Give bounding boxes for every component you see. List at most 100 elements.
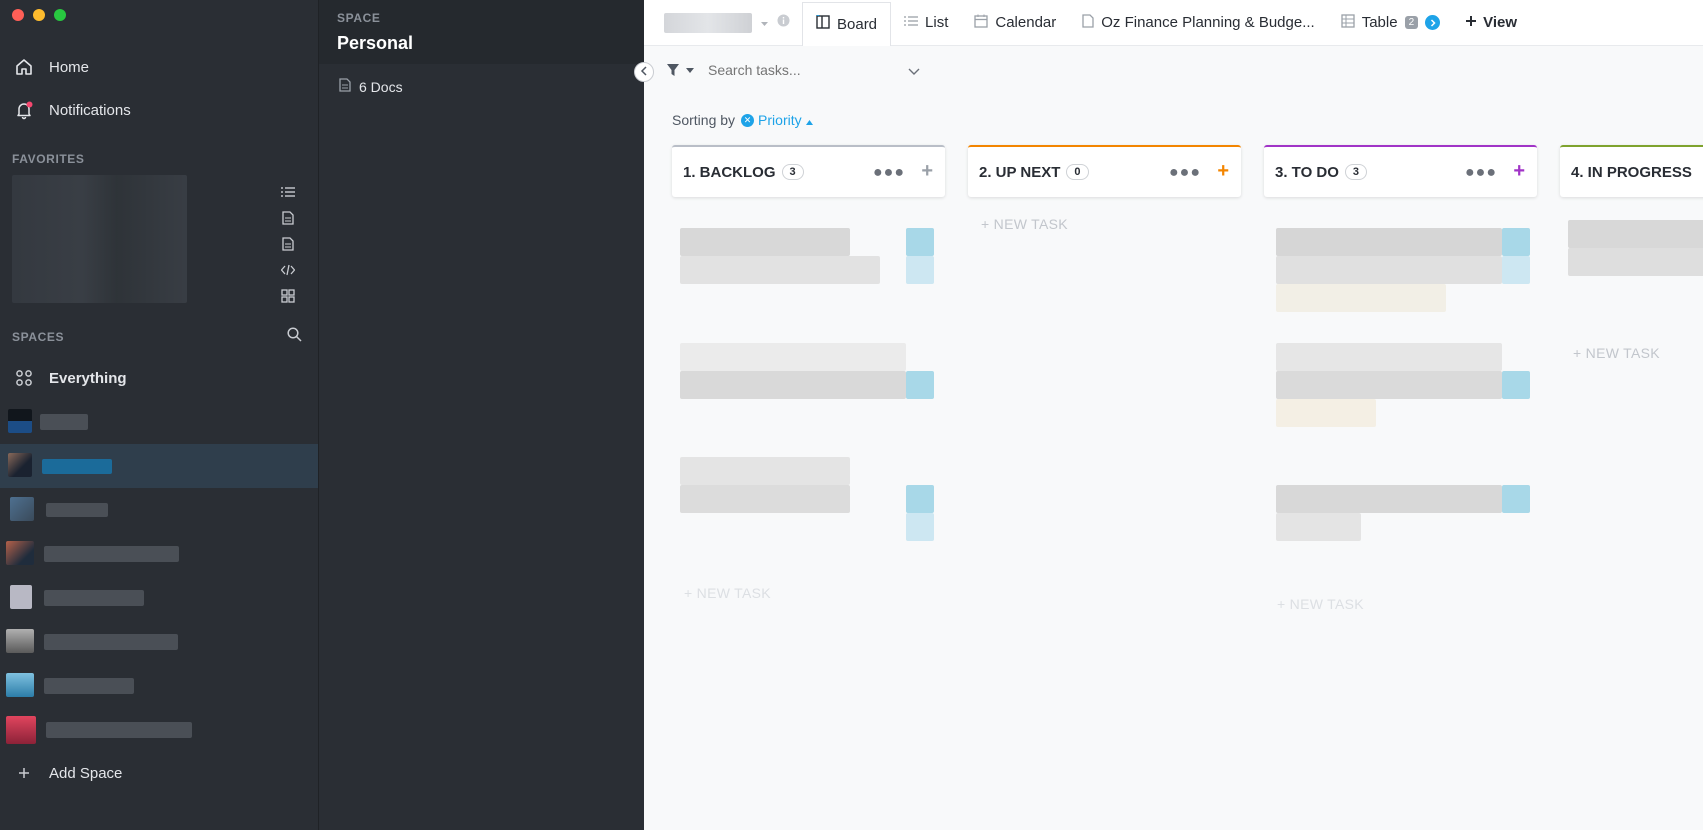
caret-up-icon (805, 112, 813, 128)
favorites-heading: FAVORITES (12, 152, 85, 166)
space-label: SPACE (337, 11, 381, 25)
close-window-button[interactable] (12, 9, 24, 21)
add-task-icon[interactable]: + (1513, 160, 1525, 183)
board-icon (816, 12, 830, 33)
table-icon (1341, 13, 1355, 32)
docs-label: 6 Docs (359, 78, 403, 95)
space-panel-header: SPACE Personal (319, 0, 644, 64)
space-item[interactable] (0, 664, 318, 708)
space-item[interactable] (0, 708, 318, 752)
chevron-left-icon (640, 63, 648, 81)
sorting-label: Sorting by (672, 112, 736, 128)
list-icon (904, 14, 919, 31)
tab-list[interactable]: List (891, 0, 961, 46)
add-space-button[interactable]: Add Space (0, 754, 318, 792)
filter-bar (666, 62, 920, 78)
space-title[interactable]: Personal (337, 33, 626, 54)
docs-item[interactable]: 6 Docs (319, 64, 644, 109)
view-tabs-bar: Board List Calendar Oz Finance Planning … (644, 0, 1703, 46)
task-cards-blurred[interactable] (1568, 200, 1703, 320)
new-task-button[interactable]: + NEW TASK (684, 585, 771, 601)
new-task-button[interactable]: + NEW TASK (1573, 345, 1660, 361)
board-column-up-next: 2. UP NEXT 0 ●●● + (968, 145, 1241, 197)
more-options-icon[interactable]: ●●● (1169, 164, 1201, 182)
sidebar-item-label: Home (49, 58, 90, 76)
board-column-to-do: 3. TO DO 3 ●●● + (1264, 145, 1537, 197)
more-options-icon[interactable]: ●●● (873, 164, 905, 182)
tab-table[interactable]: Table 2 (1328, 0, 1453, 46)
collapse-panel-button[interactable] (634, 62, 654, 82)
board-column-backlog: 1. BACKLOG 3 ●●● + (672, 145, 945, 197)
chevron-right-icon[interactable] (1425, 15, 1441, 30)
tab-label: List (925, 14, 949, 31)
column-count: 3 (1344, 164, 1368, 180)
space-item[interactable] (0, 532, 318, 576)
column-count: 0 (1066, 164, 1089, 180)
bell-icon (12, 98, 36, 122)
tab-doc[interactable]: Oz Finance Planning & Budge... (1069, 0, 1327, 46)
code-icon (280, 262, 296, 278)
filter-icon[interactable] (666, 63, 694, 77)
tab-label: Table (1361, 14, 1398, 31)
space-item[interactable] (0, 400, 318, 444)
tab-label: Calendar (995, 14, 1057, 31)
doc-icon (1082, 13, 1094, 32)
add-view-button[interactable]: View (1453, 14, 1517, 31)
grid-dots-icon (12, 366, 36, 390)
sidebar-item-label: Notifications (49, 101, 131, 119)
task-cards-blurred[interactable] (1276, 200, 1534, 595)
space-item[interactable] (0, 620, 318, 664)
column-header[interactable]: 3. TO DO 3 ●●● + (1264, 145, 1537, 197)
column-header[interactable]: 1. BACKLOG 3 ●●● + (672, 145, 945, 197)
search-icon[interactable] (287, 327, 302, 347)
sort-value: Priority (758, 112, 802, 128)
add-task-icon[interactable]: + (1217, 160, 1229, 183)
space-item[interactable] (0, 576, 318, 620)
list-name-blurred (664, 12, 752, 33)
sidebar-item-everything[interactable]: Everything (0, 359, 318, 397)
board-column-in-progress: 4. IN PROGRESS (1560, 145, 1703, 197)
column-header[interactable]: 2. UP NEXT 0 ●●● + (968, 145, 1241, 197)
space-item[interactable] (0, 488, 318, 532)
tab-board[interactable]: Board (802, 1, 892, 46)
left-sidebar: Home Notifications FAVORITES SPACES Ever… (0, 0, 318, 830)
more-options-icon[interactable]: ●●● (1465, 164, 1497, 182)
doc-icon (280, 236, 296, 252)
remove-sort-icon[interactable]: ✕ (741, 113, 755, 127)
chevron-down-icon[interactable] (908, 62, 920, 78)
task-cards-blurred[interactable] (680, 200, 938, 595)
list-icon (280, 184, 296, 200)
tab-label: Board (837, 15, 878, 33)
sidebar-item-notifications[interactable]: Notifications (0, 91, 318, 129)
chevron-down-icon (760, 14, 769, 32)
plus-icon (1465, 14, 1477, 31)
sidebar-item-label: Add Space (49, 764, 123, 782)
sidebar-item-home[interactable]: Home (0, 48, 318, 86)
column-header[interactable]: 4. IN PROGRESS (1560, 145, 1703, 197)
new-task-button[interactable]: + NEW TASK (981, 216, 1068, 232)
add-view-label: View (1483, 14, 1518, 31)
space-item-selected[interactable] (0, 444, 318, 488)
search-input[interactable] (708, 62, 898, 78)
doc-icon (339, 78, 351, 95)
add-task-icon[interactable]: + (921, 160, 933, 183)
favorites-type-icons (280, 184, 296, 304)
info-icon[interactable] (777, 14, 790, 32)
column-title: 1. BACKLOG (683, 163, 776, 181)
column-title: 4. IN PROGRESS (1571, 163, 1692, 181)
sort-priority-chip[interactable]: ✕ Priority (741, 112, 813, 128)
column-title: 3. TO DO (1275, 163, 1339, 181)
tab-calendar[interactable]: Calendar (961, 0, 1069, 46)
space-panel: SPACE Personal 6 Docs (318, 0, 644, 830)
column-title: 2. UP NEXT (979, 163, 1061, 181)
favorites-list-blurred[interactable] (12, 175, 187, 303)
main-area: Board List Calendar Oz Finance Planning … (644, 0, 1703, 830)
list-selector[interactable] (644, 12, 802, 33)
app-window: Home Notifications FAVORITES SPACES Ever… (0, 0, 1703, 830)
calendar-icon (974, 14, 989, 32)
plus-icon (12, 761, 36, 785)
spaces-heading: SPACES (12, 330, 65, 344)
new-task-button[interactable]: + NEW TASK (1277, 596, 1364, 612)
maximize-window-button[interactable] (54, 9, 66, 21)
minimize-window-button[interactable] (33, 9, 45, 21)
